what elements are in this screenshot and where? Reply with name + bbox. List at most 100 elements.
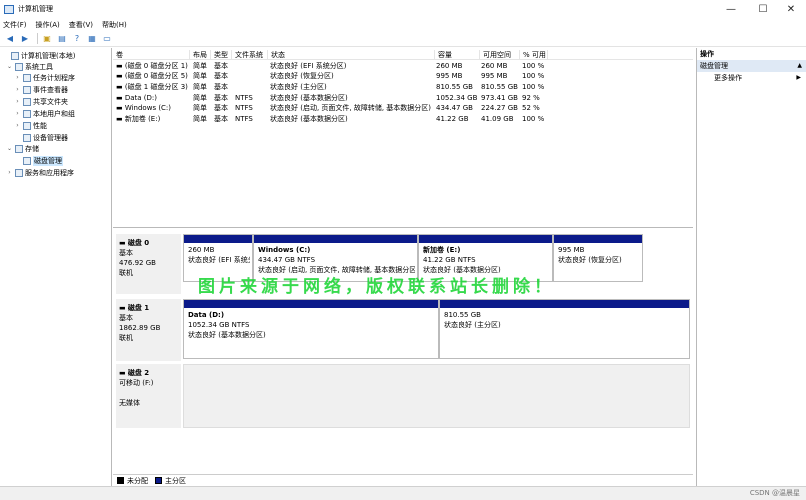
primary-partition-swatch	[155, 477, 162, 484]
column-header-volume[interactable]: 卷	[113, 50, 190, 59]
tree-item-label: 本地用户和组	[33, 109, 75, 118]
tree-expander[interactable]: ›	[14, 74, 21, 81]
volume-type: 基本	[214, 83, 228, 91]
view-icon[interactable]: ▭	[101, 33, 113, 45]
credit-text: CSDN @温晨星	[749, 489, 800, 497]
table-row[interactable]: ▬ (磁盘 1 磁盘分区 3) 简单 基本 状态良好 (主分区) 810.55 …	[113, 82, 693, 92]
volume-capacity: 1052.34 GB	[436, 94, 478, 102]
tree-item-services-apps[interactable]: › 服务和应用程序	[6, 167, 74, 178]
partition-text: 260 MB 状态良好 (EFI 系统分	[188, 246, 250, 264]
tree-expander[interactable]: ›	[14, 86, 21, 93]
minimize-button[interactable]: —	[716, 0, 746, 18]
tree-expander[interactable]: ›	[14, 98, 21, 105]
partition-data-d[interactable]: Data (D:) 1052.34 GB NTFS 状态良好 (基本数据分区)	[183, 299, 439, 359]
tree-item-system-tools[interactable]: ⌄ 系统工具	[6, 61, 53, 72]
volume-status: 状态良好 (EFI 系统分区)	[270, 62, 347, 70]
volume-name: ▬ (磁盘 0 磁盘分区 1)	[116, 62, 188, 70]
tree-expander[interactable]: ⌄	[6, 145, 13, 152]
column-header-free-space[interactable]: 可用空间	[480, 50, 520, 59]
forward-arrow-icon[interactable]: ▶	[19, 33, 31, 45]
services-icon	[15, 168, 23, 177]
partition-bar	[440, 300, 689, 308]
tree-item-device-manager[interactable]: 设备管理器	[14, 132, 68, 143]
tree-item-local-users[interactable]: › 本地用户和组	[14, 108, 75, 119]
tree-item-computer-management[interactable]: 计算机管理(本地)	[2, 50, 75, 61]
tree-item-label: 系统工具	[25, 62, 53, 71]
menu-action[interactable]: 操作(A)	[36, 20, 60, 30]
window-title: 计算机管理	[18, 5, 53, 13]
tree-item-label: 事件查看器	[33, 85, 68, 94]
menu-view[interactable]: 查看(V)	[69, 20, 93, 30]
partition-recovery[interactable]: 995 MB 状态良好 (恢复分区)	[553, 234, 643, 282]
partition-empty[interactable]	[183, 364, 690, 428]
disk-state: 联机	[119, 269, 133, 277]
table-row[interactable]: ▬ (磁盘 0 磁盘分区 1) 简单 基本 状态良好 (EFI 系统分区) 26…	[113, 61, 693, 71]
partition-bar	[254, 235, 417, 243]
disk-0-label[interactable]: ▬ 磁盘 0 基本 476.92 GB 联机	[116, 234, 181, 294]
volume-free-space: 995 MB	[481, 72, 508, 80]
volume-capacity: 41.22 GB	[436, 115, 469, 123]
column-header-capacity[interactable]: 容量	[435, 50, 480, 59]
column-header-filesystem[interactable]: 文件系统	[232, 50, 268, 59]
tree-item-event-viewer[interactable]: › 事件查看器	[14, 84, 68, 95]
disk-size	[119, 388, 178, 398]
up-folder-icon[interactable]: ▣	[41, 33, 53, 45]
disk-name: ▬ 磁盘 2	[119, 369, 150, 377]
volume-status: 状态良好 (基本数据分区)	[270, 115, 348, 123]
legend: 未分配 主分区	[113, 474, 693, 486]
close-button[interactable]: ✕	[776, 0, 806, 18]
column-header-status[interactable]: 状态	[268, 50, 435, 59]
help-icon[interactable]: ?	[71, 33, 83, 45]
tree-item-task-scheduler[interactable]: › 任务计划程序	[14, 72, 75, 83]
table-row[interactable]: ▬ 新加卷 (E:) 简单 基本 NTFS 状态良好 (基本数据分区) 41.2…	[113, 114, 693, 124]
volume-free-space: 973.41 GB	[481, 94, 518, 102]
actions-section-disk-management[interactable]: 磁盘管理 ▲	[697, 60, 806, 72]
volume-name: ▬ Data (D:)	[116, 94, 157, 102]
properties-icon[interactable]: ▦	[86, 33, 98, 45]
partition-text: Windows (C:) 434.47 GB NTFS 状态良好 (启动, 页面…	[258, 246, 415, 274]
column-header-layout[interactable]: 布局	[190, 50, 211, 59]
maximize-button[interactable]: ☐	[748, 0, 778, 18]
show-hide-tree-icon[interactable]: ▤	[56, 33, 68, 45]
volume-percent-free: 100 %	[522, 72, 545, 80]
menu-file[interactable]: 文件(F)	[3, 20, 27, 30]
tree-item-storage[interactable]: ⌄ 存储	[6, 143, 39, 154]
tree-item-label: 服务和应用程序	[25, 168, 74, 177]
tree-item-performance[interactable]: › 性能	[14, 120, 47, 131]
tree-item-shared-folders[interactable]: › 共享文件夹	[14, 96, 68, 107]
column-header-type[interactable]: 类型	[211, 50, 232, 59]
volume-status: 状态良好 (基本数据分区)	[270, 94, 348, 102]
partition-primary[interactable]: 810.55 GB 状态良好 (主分区)	[439, 299, 690, 359]
tree-expander[interactable]: ›	[6, 169, 13, 176]
menu-help[interactable]: 帮助(H)	[102, 20, 127, 30]
volume-layout: 简单	[193, 104, 207, 112]
volume-layout: 简单	[193, 94, 207, 102]
volume-free-space: 810.55 GB	[481, 83, 518, 91]
disk-state: 联机	[119, 334, 133, 342]
volume-type: 基本	[214, 94, 228, 102]
tree-item-label: 磁盘管理	[33, 155, 63, 166]
tree-item-label: 计算机管理(本地)	[21, 51, 76, 60]
disk-2-label[interactable]: ▬ 磁盘 2 可移动 (F:) 无媒体	[116, 364, 181, 428]
more-actions-item[interactable]: 更多操作 ▶	[697, 72, 806, 84]
toolbar: ◀ ▶ ▣ ▤ ? ▦ ▭	[0, 31, 806, 47]
tools-icon	[15, 62, 23, 71]
column-header-percent-free[interactable]: % 可用	[520, 50, 548, 59]
collapse-icon[interactable]: ▲	[797, 60, 802, 72]
tree-item-disk-management[interactable]: 磁盘管理	[14, 155, 63, 166]
partition-text: 995 MB 状态良好 (恢复分区)	[558, 246, 622, 264]
volume-layout: 简单	[193, 72, 207, 80]
disk-1-label[interactable]: ▬ 磁盘 1 基本 1862.89 GB 联机	[116, 299, 181, 361]
clock-icon	[23, 73, 31, 82]
tree-expander[interactable]: ›	[14, 110, 21, 117]
volume-percent-free: 52 %	[522, 104, 540, 112]
table-row[interactable]: ▬ Windows (C:) 简单 基本 NTFS 状态良好 (启动, 页面文件…	[113, 103, 693, 113]
back-arrow-icon[interactable]: ◀	[4, 33, 16, 45]
table-row[interactable]: ▬ Data (D:) 简单 基本 NTFS 状态良好 (基本数据分区) 105…	[113, 93, 693, 103]
volume-status: 状态良好 (启动, 页面文件, 故障转储, 基本数据分区)	[270, 104, 432, 112]
tree-expander[interactable]: ⌄	[6, 63, 13, 70]
table-row[interactable]: ▬ (磁盘 0 磁盘分区 5) 简单 基本 状态良好 (恢复分区) 995 MB…	[113, 71, 693, 81]
tree-expander[interactable]: ›	[14, 122, 21, 129]
partition-bar	[554, 235, 642, 243]
device-icon	[23, 133, 31, 142]
